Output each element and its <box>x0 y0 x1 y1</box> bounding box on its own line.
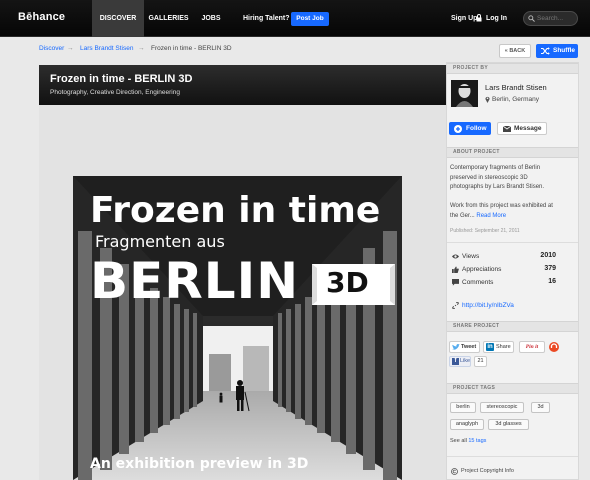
views-label: Views <box>462 253 480 260</box>
envelope-icon <box>503 126 511 132</box>
tag-3d-glasses[interactable]: 3d glasses <box>488 419 529 430</box>
about-line: the Ger... <box>450 212 475 219</box>
appreciations-label: Appreciations <box>462 266 502 273</box>
tag-berlin[interactable]: berlin <box>450 402 476 413</box>
breadcrumb-separator: → <box>138 45 145 52</box>
project-by-header: PROJECT BY <box>447 63 578 74</box>
breadcrumb-discover[interactable]: Discover <box>39 45 64 52</box>
views-count: 2010 <box>540 252 556 259</box>
stumbleupon-icon[interactable] <box>549 342 559 352</box>
post-job-button[interactable]: Post Job <box>291 12 329 26</box>
owner-location: Berlin, Germany <box>492 96 539 103</box>
owner-avatar[interactable] <box>451 80 478 107</box>
hiring-talent-label: Hiring Talent? <box>243 15 290 22</box>
nav-tab-discover[interactable]: DISCOVER <box>92 0 144 37</box>
plus-icon <box>454 125 462 133</box>
poster-subtitle: Fragmenten aus <box>95 232 225 251</box>
location-pin-icon <box>485 96 490 103</box>
search-icon <box>528 15 535 22</box>
about-line: Work from this project was exhibited at <box>450 203 553 209</box>
follow-button[interactable]: Follow <box>449 122 491 135</box>
tag-anaglyph[interactable]: anaglyph <box>450 419 484 430</box>
sign-up-link[interactable]: Sign Up <box>451 15 477 22</box>
comments-label: Comments <box>462 279 494 286</box>
appreciations-count: 379 <box>544 265 556 272</box>
about-line: Contemporary fragments of Berlin <box>450 165 541 171</box>
see-all-tags-link[interactable]: 15 tags <box>468 438 486 444</box>
eye-icon <box>452 254 459 259</box>
copyright-icon <box>451 468 458 475</box>
about-line: preserved in stereoscopic 3D <box>450 174 528 181</box>
shuffle-icon <box>541 47 550 55</box>
facebook-like-label: Like <box>460 358 471 364</box>
copyright-info-link[interactable]: Project Copyright Info <box>461 468 514 474</box>
pinit-button[interactable]: Pin it <box>519 341 545 353</box>
tag-3d[interactable]: 3d <box>531 402 550 413</box>
follow-label: Follow <box>466 125 487 132</box>
poster-caption: An exhibition preview in 3D <box>90 456 309 472</box>
read-more-link[interactable]: Read More <box>476 213 506 219</box>
about-line: photographs by Lars Brandt Stisen. <box>450 184 545 190</box>
link-icon <box>452 302 459 309</box>
message-label: Message <box>514 125 542 132</box>
share-label: Share <box>496 344 511 350</box>
published-date: Published: September 21, 2011 <box>450 228 520 234</box>
short-url-link[interactable]: http://bit.ly/nIbZVa <box>462 302 514 309</box>
linkedin-icon: in <box>486 343 494 351</box>
nav-tab-galleries[interactable]: GALLERIES <box>147 0 190 37</box>
nav-tab-jobs[interactable]: JOBS <box>196 0 226 37</box>
behance-logo[interactable]: Bēhance <box>18 11 65 23</box>
facebook-like-button[interactable]: f Like <box>449 356 471 367</box>
project-title: Frozen in time - BERLIN 3D <box>50 73 193 85</box>
project-sidebar: PROJECT BY Lars Brandt Stisen Berlin, Ge… <box>446 62 579 480</box>
see-all-prefix: See all <box>450 438 467 444</box>
project-fields: Photography, Creative Direction, Enginee… <box>50 89 180 96</box>
share-project-header: SHARE PROJECT <box>447 321 578 332</box>
tag-stereoscopic[interactable]: stereoscopic <box>480 402 524 413</box>
poster-title: Frozen in time <box>90 190 381 231</box>
lock-icon <box>476 14 482 22</box>
poster-3d-badge: 3D <box>326 266 369 299</box>
shuffle-label: Shuffle <box>553 47 576 54</box>
about-description: Contemporary fragments of Berlin preserv… <box>450 164 553 221</box>
thumbs-up-icon <box>452 266 459 273</box>
comments-count: 16 <box>548 278 556 285</box>
see-all-tags: See all 15 tags <box>450 438 486 444</box>
breadcrumb-current: Frozen in time - BERLIN 3D <box>151 45 232 52</box>
comment-icon <box>452 279 459 286</box>
twitter-bird-icon <box>452 344 460 350</box>
project-tags-header: PROJECT TAGS <box>447 383 578 394</box>
top-navigation-bar: Bēhance DISCOVER GALLERIES JOBS Hiring T… <box>0 0 590 37</box>
back-button[interactable]: « BACK <box>499 44 531 58</box>
facebook-icon: f <box>452 358 459 365</box>
tweet-label: Tweet <box>461 344 477 350</box>
linkedin-share-button[interactable]: in Share <box>483 341 514 353</box>
project-poster-image: Frozen in time Fragmenten aus BERLIN 3D … <box>73 176 402 480</box>
shuffle-button[interactable]: Shuffle <box>536 44 578 58</box>
log-in-link[interactable]: Log In <box>486 15 507 22</box>
owner-name[interactable]: Lars Brandt Stisen <box>485 83 547 92</box>
about-project-header: ABOUT PROJECT <box>447 147 578 158</box>
poster-city: BERLIN <box>90 252 300 310</box>
breadcrumb-separator: → <box>67 45 74 52</box>
breadcrumb-owner[interactable]: Lars Brandt Stisen <box>80 45 133 52</box>
project-header: Frozen in time - BERLIN 3D Photography, … <box>39 65 446 105</box>
facebook-like-count: 21 <box>474 356 487 367</box>
tweet-button[interactable]: Tweet <box>449 341 480 353</box>
message-button[interactable]: Message <box>497 122 547 135</box>
